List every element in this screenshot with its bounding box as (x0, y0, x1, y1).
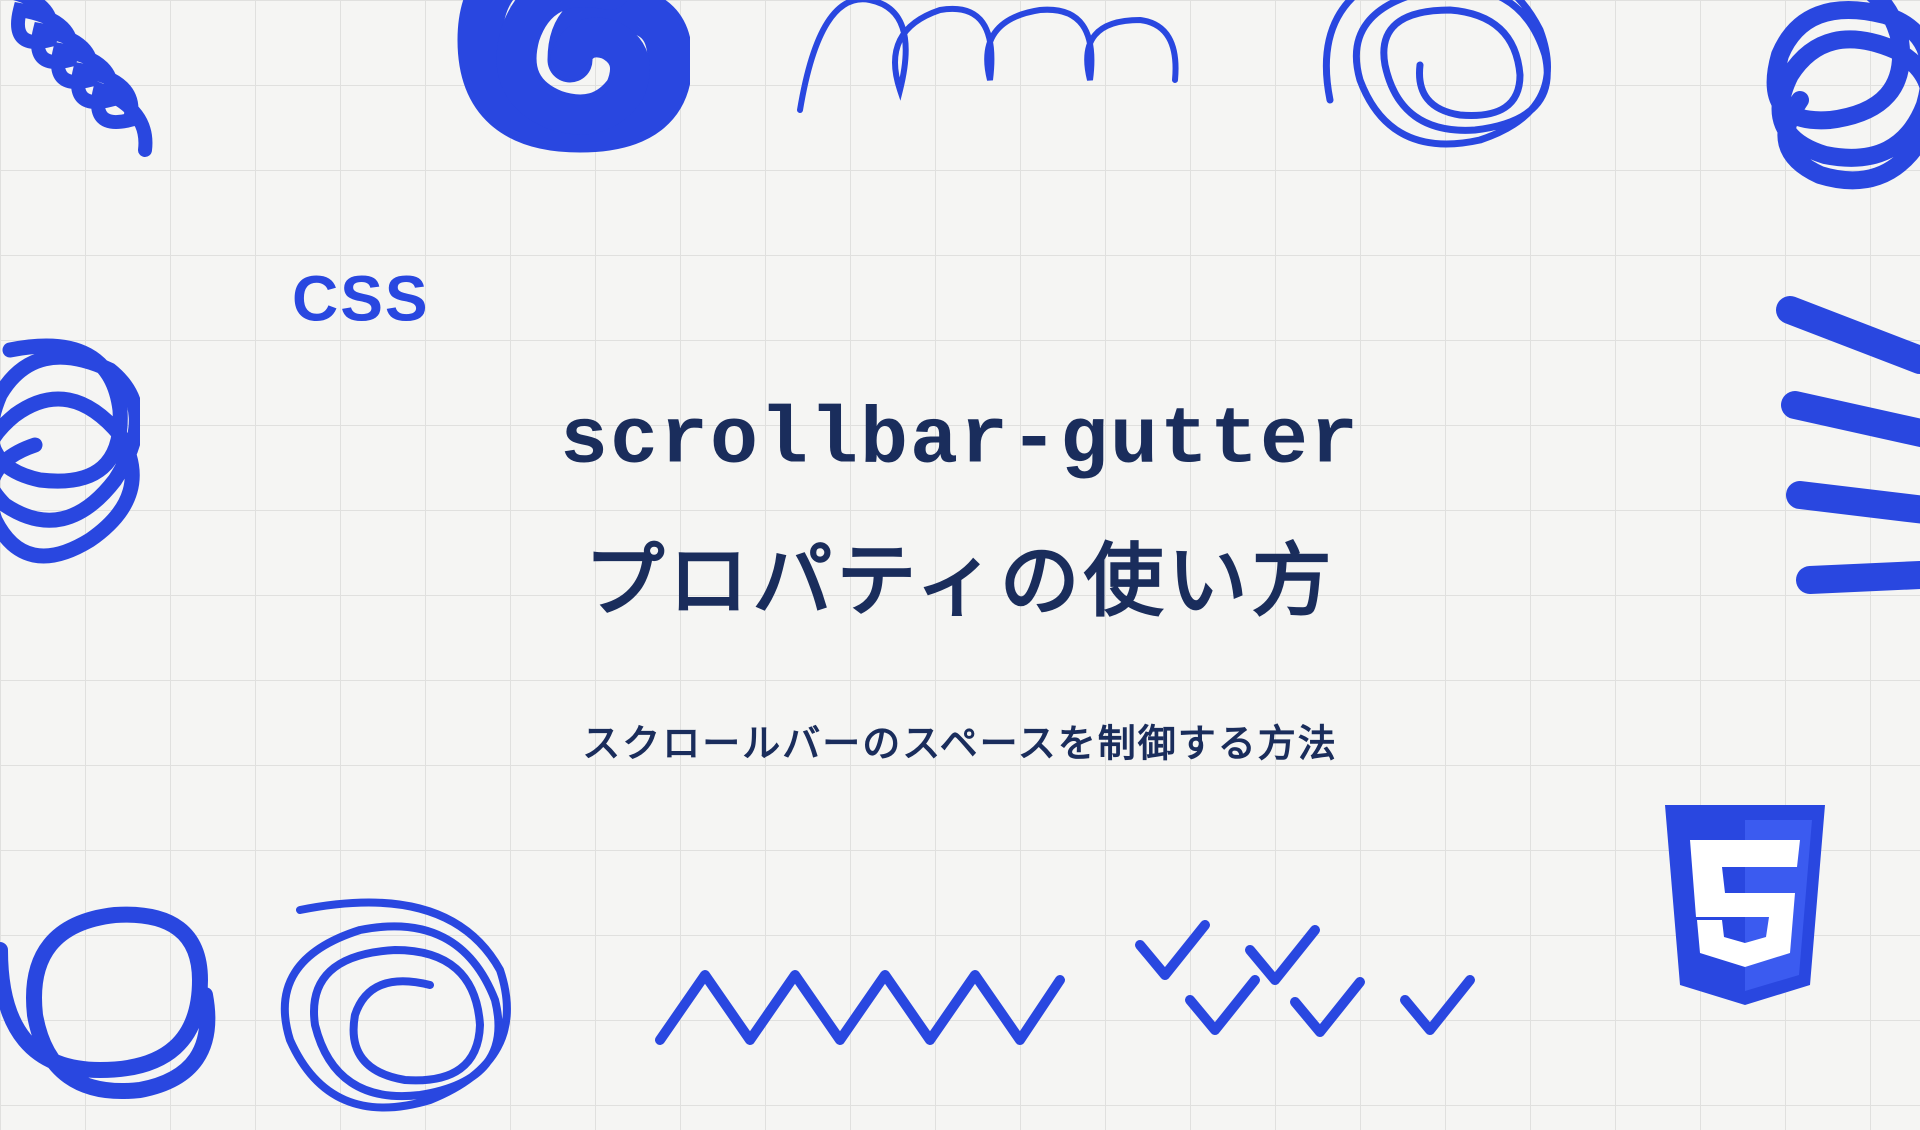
squiggle-corner-icon (1740, 0, 1920, 220)
scribble-bottom-left-icon (250, 870, 550, 1130)
lines-right-icon (1770, 280, 1920, 620)
loop-bottom-left-icon (0, 900, 230, 1120)
loops-doodle-icon (780, 0, 1180, 130)
css3-logo-icon (1650, 805, 1840, 1020)
title-line-2: プロパティの使い方 (192, 517, 1728, 633)
zigzag-icon (650, 960, 1070, 1060)
subtitle: スクロールバーのスペースを制御する方法 (192, 713, 1728, 768)
title-line-1: scrollbar-gutter (192, 396, 1728, 487)
scribble-left-icon (0, 320, 140, 600)
spring-doodle-icon (0, 0, 170, 200)
scribble-top-right-icon (1280, 0, 1640, 180)
main-content: CSS scrollbar-gutter プロパティの使い方 スクロールバーのス… (192, 262, 1728, 768)
category-label: CSS (292, 262, 1728, 336)
checkmarks-icon (1130, 920, 1510, 1050)
spiral-doodle-icon (450, 0, 690, 160)
